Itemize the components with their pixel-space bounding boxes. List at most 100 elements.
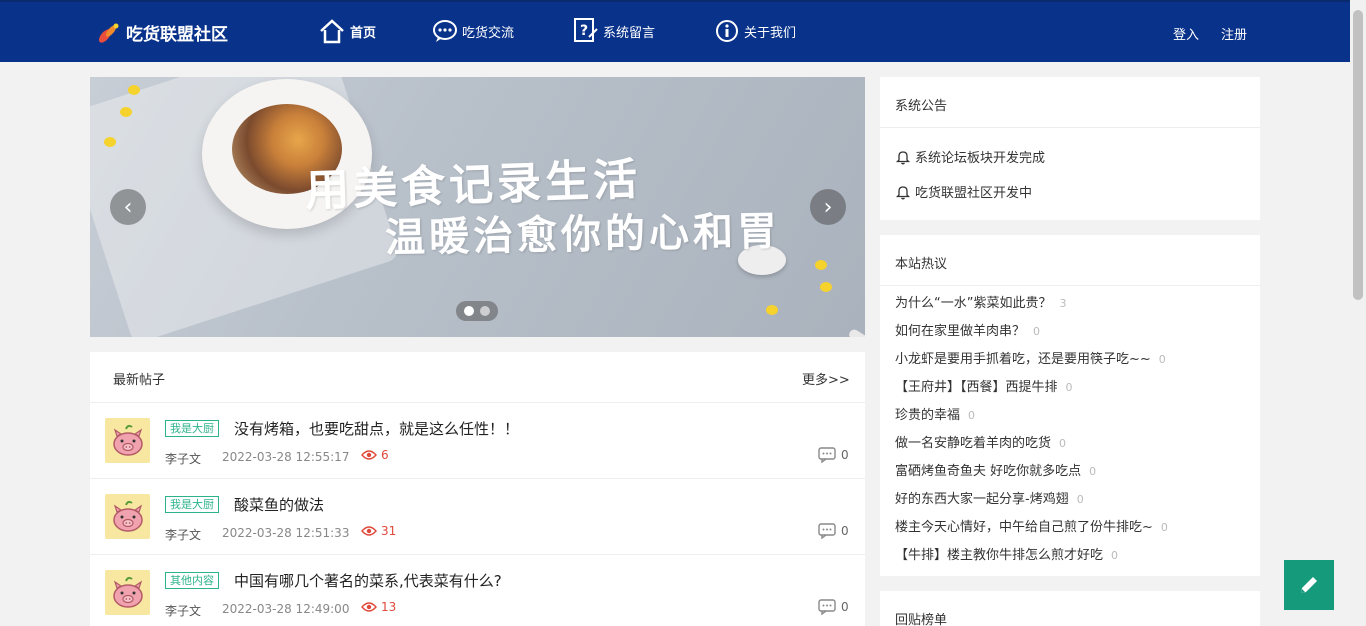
post-title[interactable]: 酸菜鱼的做法 <box>234 494 324 515</box>
hot-topic-title: 做一名安静吃着羊肉的吃货 <box>895 436 1052 451</box>
hot-topic-count: 0 <box>1089 465 1097 478</box>
corn-kernel <box>815 260 827 270</box>
page-scrollbar[interactable] <box>1350 0 1366 626</box>
post-comments[interactable]: 0 <box>818 599 849 615</box>
post-row[interactable]: 我是大厨 没有烤箱，也要吃甜点，就是这么任性！！ 李子文 2022-03-28 … <box>90 403 865 479</box>
hot-topic-title: 如何在家里做羊肉串？ <box>895 324 1026 339</box>
help-note-icon: ? <box>574 18 598 42</box>
reply-rank-title: 回贴榜单 <box>895 613 948 626</box>
carousel-next-button[interactable]: › <box>810 189 846 225</box>
hot-topic-title: 小龙虾是要用手抓着吃，还是要用筷子吃~~ <box>895 352 1151 367</box>
nav-message-label: 系统留言 <box>603 25 656 41</box>
eye-icon <box>361 450 377 460</box>
post-comments[interactable]: 0 <box>818 523 849 539</box>
hot-topic-title: 富硒烤鱼奇鱼夫 好吃你就多吃点 <box>895 464 1082 479</box>
avatar[interactable] <box>105 418 150 463</box>
hot-topic-item[interactable]: 为什么“一水”紫菜如此贵？ 3 <box>880 293 1260 321</box>
carousel-dot-2[interactable] <box>480 306 490 316</box>
pig-avatar-icon <box>112 500 143 532</box>
banner-carousel[interactable]: 用美食记录生活 温暖治愈你的心和胃 ‹ › <box>90 77 865 337</box>
post-views-count: 13 <box>381 600 397 614</box>
login-link[interactable]: 登入 <box>1173 24 1199 43</box>
chat-bubble-icon <box>433 20 457 42</box>
bell-icon <box>895 185 911 199</box>
post-row[interactable]: 其他内容 中国有哪几个著名的菜系,代表菜有什么? 李子文 2022-03-28 … <box>90 555 865 626</box>
nav-message[interactable]: ? 系统留言 <box>573 16 655 46</box>
sausage-logo-icon <box>99 23 119 43</box>
hot-topic-count: 0 <box>1059 437 1067 450</box>
chevron-left-icon: ‹ <box>123 194 133 220</box>
post-category-tag[interactable]: 其他内容 <box>165 572 219 589</box>
carousel-prev-button[interactable]: ‹ <box>110 189 146 225</box>
banner-subheadline: 温暖治愈你的心和胃 <box>384 207 782 262</box>
hot-topic-title: 为什么“一水”紫菜如此贵？ <box>895 296 1052 311</box>
post-author[interactable]: 李子文 <box>165 602 201 619</box>
chevron-right-icon: › <box>823 194 833 220</box>
post-author[interactable]: 李子文 <box>165 450 201 467</box>
announcements-title: 系统公告 <box>895 99 948 114</box>
brand-logo[interactable]: 吃货联盟社区 <box>96 20 228 45</box>
more-posts-link[interactable]: 更多>> <box>802 369 850 388</box>
carousel-dot-1[interactable] <box>464 306 474 316</box>
hot-topic-title: 楼主今天心情好，中午给自己煎了份牛排吃~ <box>895 520 1153 535</box>
eye-icon <box>361 526 377 536</box>
brand-name: 吃货联盟社区 <box>126 25 228 45</box>
nav-exchange-label: 吃货交流 <box>462 25 515 41</box>
nav-exchange[interactable]: 吃货交流 <box>432 16 514 46</box>
reply-rank-panel: 回贴榜单 <box>880 591 1260 626</box>
hot-topic-item[interactable]: 【牛排】楼主教你牛排怎么煎才好吃 0 <box>880 545 1260 573</box>
avatar[interactable] <box>105 494 150 539</box>
comment-icon <box>818 523 836 539</box>
comment-icon <box>818 599 836 615</box>
post-views: 13 <box>361 600 396 614</box>
svg-text:?: ? <box>580 23 588 39</box>
info-icon <box>716 20 738 42</box>
announcements-panel: 系统公告 系统论坛板块开发完成 吃货联盟社区开发中 <box>880 77 1260 220</box>
scrollbar-thumb[interactable] <box>1353 10 1363 300</box>
pig-avatar-icon <box>112 424 143 456</box>
hot-topic-title: 好的东西大家一起分享-烤鸡翅 <box>895 492 1069 507</box>
hot-topic-count: 0 <box>1158 353 1166 366</box>
pencil-icon <box>1301 577 1317 593</box>
hot-topic-item[interactable]: 珍贵的幸福 0 <box>880 405 1260 433</box>
corn-kernel <box>820 282 832 292</box>
post-title[interactable]: 没有烤箱，也要吃甜点，就是这么任性！！ <box>234 418 519 439</box>
hot-topic-count: 0 <box>1033 325 1041 338</box>
hot-topic-item[interactable]: 富硒烤鱼奇鱼夫 好吃你就多吃点 0 <box>880 461 1260 489</box>
post-category-tag[interactable]: 我是大厨 <box>165 496 219 513</box>
hot-topic-item[interactable]: 如何在家里做羊肉串？ 0 <box>880 321 1260 349</box>
announcement-item[interactable]: 吃货联盟社区开发中 <box>895 182 1032 201</box>
nav-about[interactable]: 关于我们 <box>714 16 796 46</box>
comment-icon <box>818 447 836 463</box>
hot-topic-title: 【牛排】楼主教你牛排怎么煎才好吃 <box>895 548 1104 563</box>
post-views: 31 <box>361 524 396 538</box>
hot-topic-item[interactable]: 做一名安静吃着羊肉的吃货 0 <box>880 433 1260 461</box>
register-link[interactable]: 注册 <box>1221 24 1247 43</box>
post-category-tag[interactable]: 我是大厨 <box>165 420 219 437</box>
hot-topic-count: 3 <box>1059 297 1067 310</box>
hot-topic-item[interactable]: 小龙虾是要用手抓着吃，还是要用筷子吃~~ 0 <box>880 349 1260 377</box>
announcement-text: 系统论坛板块开发完成 <box>915 151 1046 166</box>
top-nav: 吃货联盟社区 首页 吃货交流 ? 系统留言 关于我们 登入 注册 <box>0 0 1350 62</box>
hot-topic-item[interactable]: 楼主今天心情好，中午给自己煎了份牛排吃~ 0 <box>880 517 1260 545</box>
post-views-count: 31 <box>381 524 397 538</box>
bell-icon <box>895 150 911 164</box>
post-time: 2022-03-28 12:49:00 <box>222 602 350 616</box>
new-post-button[interactable] <box>1284 560 1334 610</box>
announcement-item[interactable]: 系统论坛板块开发完成 <box>895 147 1045 166</box>
post-comments[interactable]: 0 <box>818 447 849 463</box>
home-icon <box>320 19 344 44</box>
eye-icon <box>361 602 377 612</box>
post-time: 2022-03-28 12:51:33 <box>222 526 350 540</box>
nav-home[interactable]: 首页 <box>318 16 376 46</box>
latest-posts-title: 最新帖子 <box>113 373 166 388</box>
avatar[interactable] <box>105 570 150 615</box>
post-title[interactable]: 中国有哪几个著名的菜系,代表菜有什么? <box>234 570 502 591</box>
hot-topics-title: 本站热议 <box>895 257 948 272</box>
hot-topic-item[interactable]: 好的东西大家一起分享-烤鸡翅 0 <box>880 489 1260 517</box>
post-author[interactable]: 李子文 <box>165 526 201 543</box>
corn-kernel <box>766 305 778 315</box>
hot-topic-item[interactable]: 【王府井】【西餐】西提牛排 0 <box>880 377 1260 405</box>
post-row[interactable]: 我是大厨 酸菜鱼的做法 李子文 2022-03-28 12:51:33 31 0 <box>90 479 865 555</box>
spoon-handle <box>847 327 865 337</box>
